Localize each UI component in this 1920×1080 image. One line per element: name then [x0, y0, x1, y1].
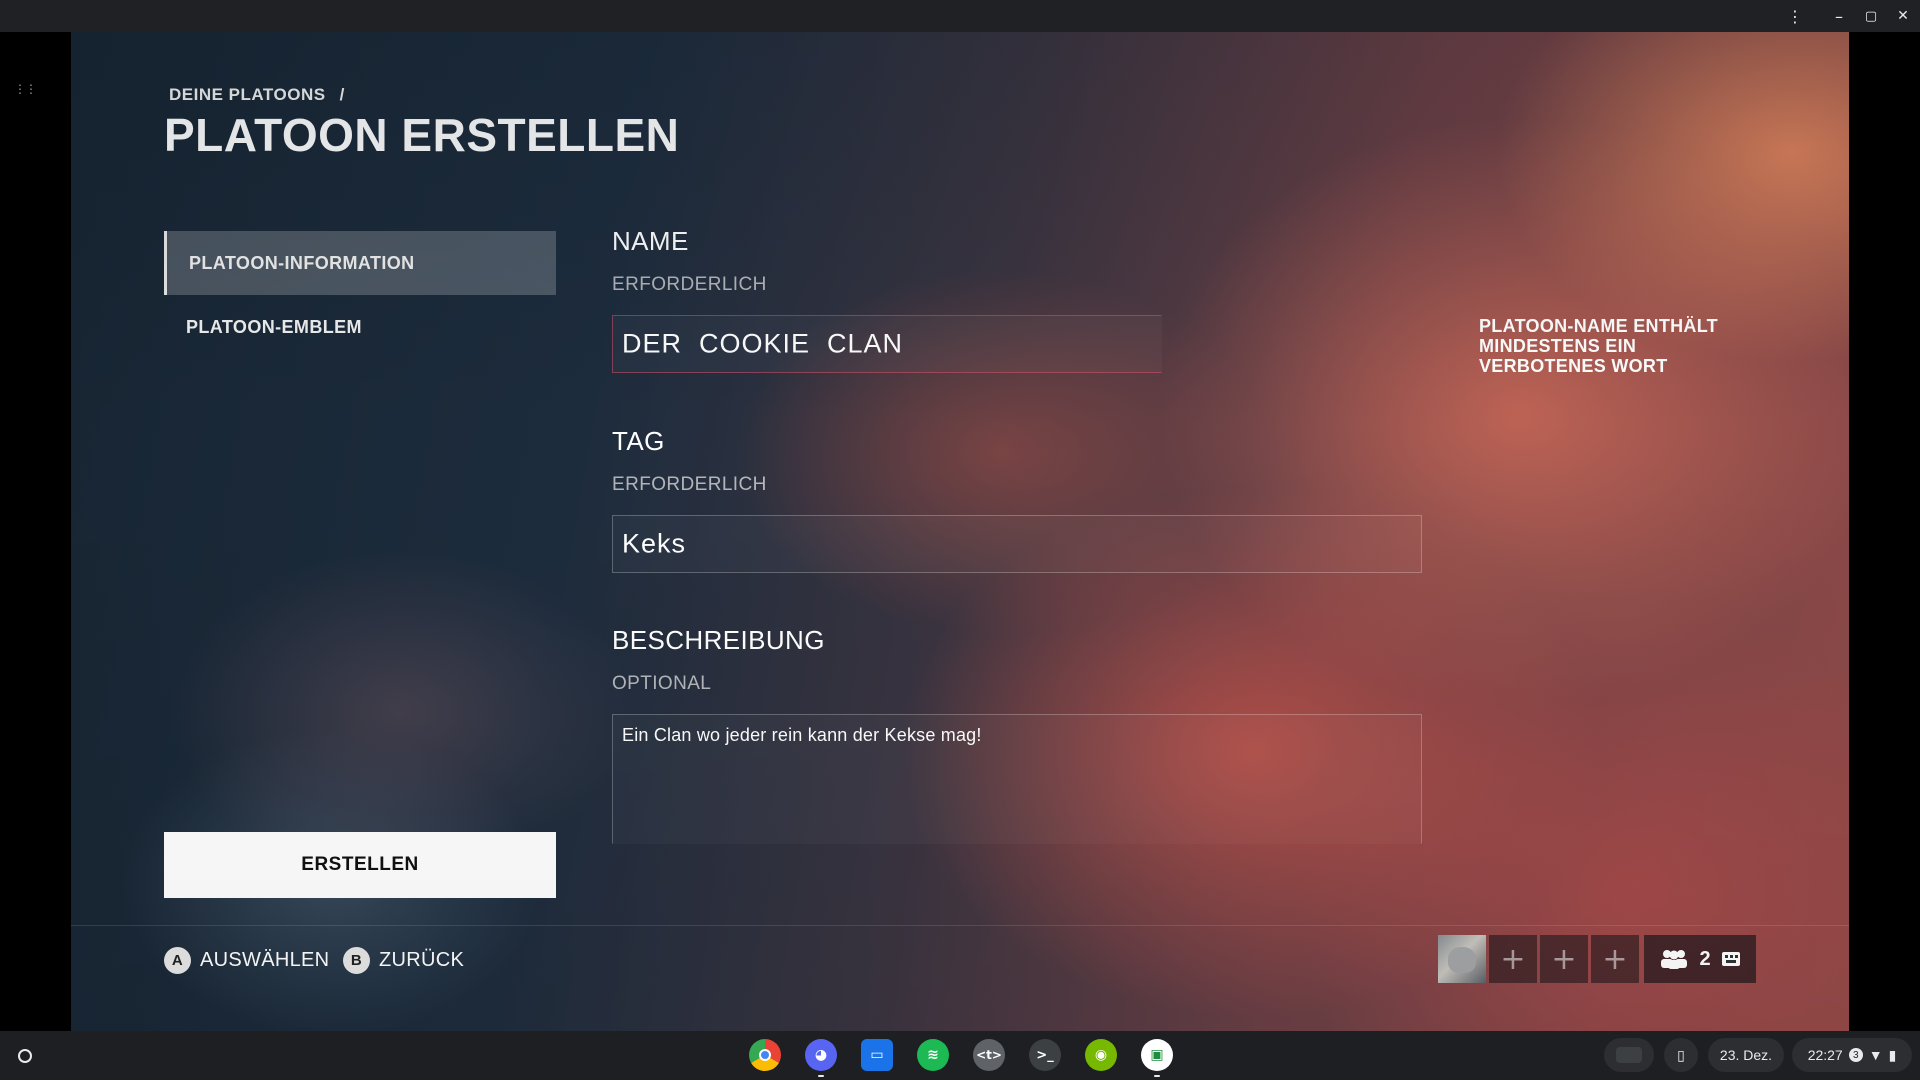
- hint-select[interactable]: A AUSWÄHLEN: [164, 944, 329, 976]
- name-label: NAME: [612, 226, 689, 256]
- nav-item-platoon-information[interactable]: PLATOON-INFORMATION: [164, 231, 556, 295]
- nav-item-platoon-emblem[interactable]: PLATOON-EMBLEM: [164, 295, 556, 359]
- nav-item-label: PLATOON-INFORMATION: [189, 252, 415, 273]
- battery-icon: ▮: [1888, 1046, 1897, 1063]
- window-left-border: ⋮⋮: [0, 32, 71, 1031]
- drag-handle-icon[interactable]: ⋮⋮: [14, 83, 37, 102]
- page-title: PLATOON ERSTELLEN: [164, 109, 680, 161]
- discord-icon[interactable]: ◕: [805, 1039, 837, 1071]
- date-text: 23. Dez.: [1719, 1047, 1773, 1063]
- clock-text: 22:27: [1807, 1047, 1843, 1063]
- tag-input[interactable]: Keks: [612, 515, 1422, 573]
- breadcrumb-separator: /: [339, 85, 345, 104]
- hint-back[interactable]: B ZURÜCK: [343, 944, 464, 976]
- spotify-icon[interactable]: ≋: [917, 1039, 949, 1071]
- create-button[interactable]: ERSTELLEN: [164, 832, 556, 898]
- people-icon: [1661, 950, 1688, 969]
- launcher-icon[interactable]: [12, 1043, 38, 1069]
- date-pill[interactable]: 23. Dez.: [1708, 1038, 1784, 1072]
- running-indicator: [818, 1075, 824, 1077]
- add-party-slot[interactable]: +: [1591, 935, 1639, 983]
- nvidia-icon[interactable]: ◉: [1085, 1039, 1117, 1071]
- tray-window-preview-icon[interactable]: [1604, 1038, 1654, 1072]
- tag-input-value: Keks: [622, 528, 687, 559]
- tag-required-note: ERFORDERLICH: [612, 474, 767, 495]
- os-shelf: ◕ ▭ ≋ <t> >_ ◉ ▣ ▯ 23. Dez. 22:27 3 ▼ ▮: [0, 1031, 1920, 1080]
- description-value: Ein Clan wo jeder rein kann der Kekse ma…: [622, 725, 982, 745]
- breadcrumb-link[interactable]: DEINE PLATOONS: [169, 85, 326, 104]
- name-required-note: ERFORDERLICH: [612, 274, 767, 295]
- add-party-slot[interactable]: +: [1489, 935, 1537, 983]
- name-error-message: PLATOON-NAME ENTHÄLT MINDESTENS EIN VERB…: [1479, 316, 1718, 376]
- breadcrumb[interactable]: DEINE PLATOONS /: [169, 85, 345, 105]
- minimize-icon[interactable]: –: [1823, 0, 1855, 32]
- restore-icon[interactable]: ▢: [1855, 0, 1887, 32]
- terminal-code-icon[interactable]: <t>: [973, 1039, 1005, 1071]
- name-input-value: DER COOKIE CLAN: [622, 328, 904, 359]
- more-menu-icon[interactable]: ⋮: [1779, 0, 1811, 32]
- name-input[interactable]: DER COOKIE CLAN: [612, 315, 1162, 373]
- party-count-value: 2: [1699, 947, 1711, 970]
- description-textarea[interactable]: Ein Clan wo jeder rein kann der Kekse ma…: [612, 714, 1422, 844]
- game-icon[interactable]: ▣: [1141, 1039, 1173, 1071]
- party-count[interactable]: 2: [1644, 935, 1756, 983]
- side-nav: PLATOON-INFORMATION PLATOON-EMBLEM: [164, 231, 556, 359]
- footer-divider: [71, 925, 1849, 926]
- add-party-slot[interactable]: +: [1540, 935, 1588, 983]
- player-avatar[interactable]: [1438, 935, 1486, 983]
- phone-hub-icon[interactable]: ▯: [1664, 1038, 1698, 1072]
- game-screen: DEINE PLATOONS / PLATOON ERSTELLEN PLATOO…: [71, 32, 1849, 1031]
- a-button-icon: A: [164, 946, 191, 974]
- party-bar: + + + 2: [1438, 935, 1756, 983]
- chrome-icon[interactable]: [749, 1039, 781, 1071]
- notification-count: 3: [1848, 1048, 1863, 1062]
- running-indicator: [1154, 1075, 1160, 1077]
- b-button-icon: B: [343, 946, 370, 974]
- terminal-icon[interactable]: >_: [1029, 1039, 1061, 1071]
- nav-item-label: PLATOON-EMBLEM: [186, 316, 362, 337]
- hint-back-label: ZURÜCK: [379, 948, 465, 971]
- window-right-border: [1849, 32, 1920, 1031]
- description-label: BESCHREIBUNG: [612, 625, 825, 655]
- hint-select-label: AUSWÄHLEN: [200, 948, 330, 971]
- status-tray[interactable]: 22:27 3 ▼ ▮: [1792, 1038, 1912, 1072]
- window-titlebar: ⋮ – ▢ ✕: [0, 0, 1920, 32]
- files-icon[interactable]: ▭: [861, 1039, 893, 1071]
- close-icon[interactable]: ✕: [1887, 0, 1919, 32]
- description-optional-note: OPTIONAL: [612, 673, 712, 694]
- wifi-icon: ▼: [1868, 1047, 1883, 1063]
- keyboard-icon: [1721, 952, 1740, 966]
- tag-label: TAG: [612, 426, 665, 456]
